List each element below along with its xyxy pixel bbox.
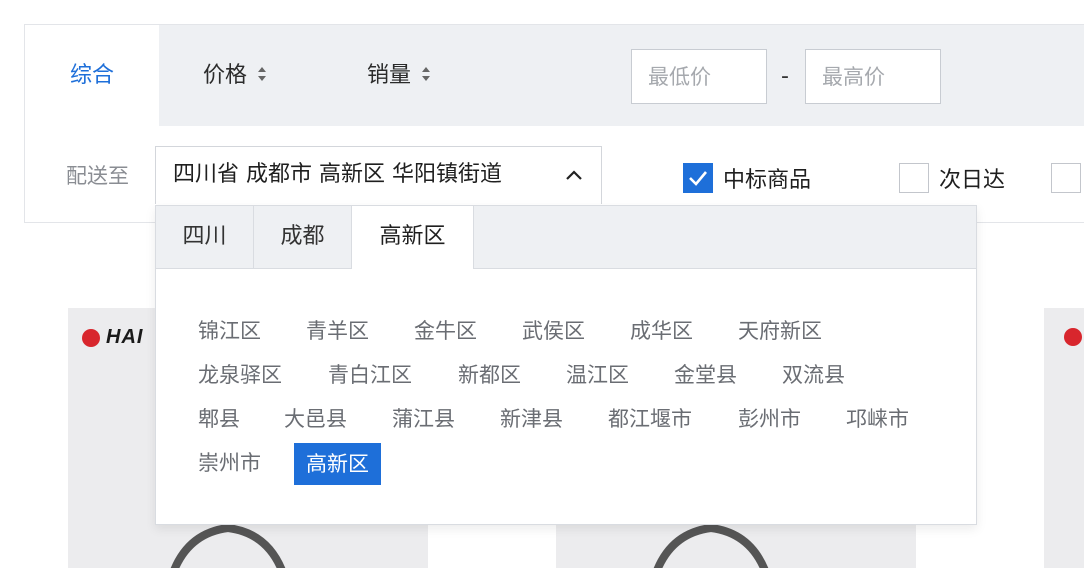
next-day-checkbox[interactable]: 次日达 [899,162,1005,194]
brand-name: HAI [106,326,144,348]
sort-bar: 综合 价格 销量 - [24,24,1084,126]
district-option[interactable]: 青羊区 [294,311,381,351]
district-option[interactable]: 邛崃市 [834,399,921,439]
sort-tab-price-label: 价格 [203,63,248,88]
district-option[interactable]: 郫县 [186,399,252,439]
chevron-up-icon [566,170,582,180]
chair-image [170,523,286,568]
winning-bid-label: 中标商品 [723,168,812,193]
winning-bid-checkbox[interactable]: 中标商品 [683,162,811,194]
price-max-input[interactable] [805,49,941,104]
district-option[interactable]: 锦江区 [186,311,273,351]
tab-district-label: 高新区 [379,224,446,249]
ship-to-label: 配送至 [66,164,129,188]
district-option[interactable]: 龙泉驿区 [186,355,294,395]
checkbox-checked-icon [683,163,713,193]
district-option[interactable]: 都江堰市 [596,399,704,439]
brand-logo: HAI [82,326,143,349]
checkbox-icon [899,163,929,193]
price-min-input[interactable] [631,49,767,104]
district-option[interactable]: 新津县 [488,399,575,439]
district-option[interactable]: 彭州市 [726,399,813,439]
district-option[interactable]: 新都区 [446,355,533,395]
district-option[interactable]: 青白江区 [316,355,424,395]
district-option[interactable]: 武侯区 [510,311,597,351]
district-option[interactable]: 金牛区 [402,311,489,351]
district-option[interactable]: 成华区 [618,311,705,351]
tab-province[interactable]: 四川 [156,206,254,268]
next-day-label: 次日达 [939,168,1006,193]
address-value: 四川省 成都市 高新区 华阳镇街道 [173,162,502,187]
region-tabs: 四川 成都 高新区 [156,206,976,269]
district-option[interactable]: 崇州市 [186,443,273,483]
sort-tab-price[interactable]: 价格 [203,25,267,126]
checkbox-icon [1051,163,1081,193]
brand-logo [1064,328,1082,346]
district-option[interactable]: 大邑县 [272,399,359,439]
sort-tab-sales-label: 销量 [367,63,412,88]
district-option[interactable]: 蒲江县 [380,399,467,439]
sort-tab-sales[interactable]: 销量 [367,25,431,126]
sort-tab-overall-label: 综合 [69,63,114,88]
tab-city-label: 成都 [280,224,325,249]
sort-updown-icon [421,66,431,82]
district-option[interactable]: 天府新区 [726,311,834,351]
tab-city[interactable]: 成都 [254,206,352,268]
address-select[interactable]: 四川省 成都市 高新区 华阳镇街道 [155,146,602,204]
district-option[interactable]: 双流县 [770,355,857,395]
district-option-selected[interactable]: 高新区 [294,443,381,485]
sort-updown-icon [257,66,267,82]
tab-district[interactable]: 高新区 [352,206,474,269]
price-separator: - [781,64,789,89]
extra-checkbox[interactable] [1051,162,1081,194]
product-card[interactable] [1044,308,1084,568]
sort-tab-overall[interactable]: 综合 [25,25,159,126]
district-option[interactable]: 金堂县 [662,355,749,395]
district-option[interactable]: 温江区 [554,355,641,395]
chair-image [653,523,769,568]
region-dropdown: 四川 成都 高新区 锦江区 青羊区 金牛区 武侯区 成华区 天府新区 龙泉驿区 … [155,205,977,525]
tab-province-label: 四川 [182,224,227,249]
